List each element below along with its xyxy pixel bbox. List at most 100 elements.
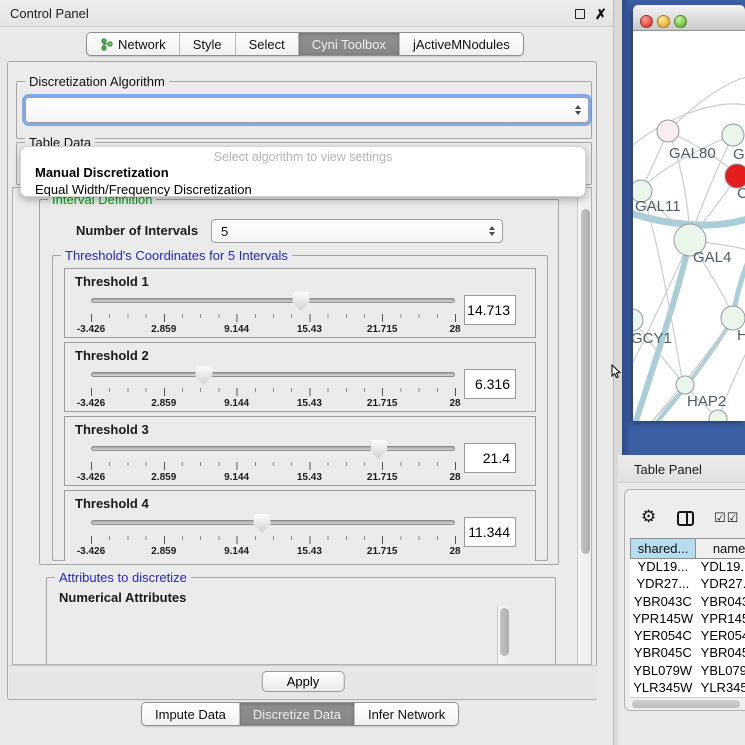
table-cell[interactable]: YBR045C [630,645,696,662]
threshold-2-panel: Threshold 2 -3.4262.8599.14415.4321.7152… [64,342,536,412]
table-cell[interactable]: YLR345W [630,680,696,697]
column-header-name[interactable]: name [696,538,745,559]
network-window-titlebar[interactable] [633,5,745,31]
popup-option-manual-discretization[interactable]: Manual Discretization [21,164,585,181]
tab-impute-data[interactable]: Impute Data [142,703,240,725]
table-cell[interactable]: YDL19... [696,559,745,576]
gear-icon[interactable]: ⚙ [641,507,656,527]
tick-label: 15.43 [297,472,322,483]
tab-discretize-data-label: Discretize Data [253,707,341,722]
popup-header: Select algorithm to view settings [21,147,585,164]
network-node-top-right[interactable] [722,124,744,146]
settings-scroll-viewport: Interval Definition Number of Intervals … [12,187,592,665]
slider-tick-labels: -3.4262.8599.14415.4321.71528 [91,546,455,558]
table-cell[interactable]: YLR345W [696,680,745,697]
network-node-gal80[interactable] [657,120,679,142]
slider-track[interactable] [91,372,455,377]
close-icon[interactable]: ✗ [595,6,607,23]
table-cell[interactable]: YBL079W [630,663,696,680]
table-panel-area: ⚙ ☑☑ shared... name YDL19...YDL19...YDR2… [618,483,745,745]
tick-label: 28 [449,324,460,335]
slider-track[interactable] [91,520,455,525]
interval-definition-group: Interval Definition Number of Intervals … [39,199,559,565]
threshold-4-slider[interactable]: -3.4262.8599.14415.4321.71528 [91,515,455,559]
table-row[interactable]: YDL19...YDL19... [630,559,745,576]
apply-toolbar: Apply [9,665,597,698]
network-node-hap2[interactable] [676,376,694,394]
threshold-1-value-field[interactable]: 14.713 [464,295,516,325]
control-panel-window: Control Panel ✗ Network Style Select Cyn… [0,0,614,745]
slider-track[interactable] [91,446,455,451]
tab-network[interactable]: Network [87,33,180,55]
table-row[interactable]: YLR345WYLR345W [630,680,745,697]
network-node-gcy1[interactable] [633,309,643,331]
slider-thumb[interactable] [370,440,387,459]
threshold-3-value-field[interactable]: 21.4 [464,443,516,473]
settings-scrollbar-thumb[interactable] [581,209,590,554]
table-row[interactable]: YDR27...YDR27... [630,576,745,593]
select-columns-checkboxes-icon[interactable]: ☑☑ [714,511,739,526]
table-row[interactable]: YER054CYER054C [630,628,745,645]
threshold-1-slider[interactable]: -3.4262.8599.14415.4321.71528 [91,293,455,337]
number-of-intervals-combobox[interactable]: 5 [211,219,503,243]
table-cell[interactable]: YBL079W [696,663,745,680]
table-row[interactable]: YPR145WYPR145W [630,611,745,628]
columns-icon[interactable] [677,511,694,526]
table-cell[interactable]: YPR145W [630,611,696,628]
tick-label: 2.859 [151,546,176,557]
discretization-algorithm-group-label: Discretization Algorithm [25,74,169,89]
column-header-shared-name[interactable]: shared... [630,538,696,559]
network-desktop-area: GAL80GACGAL11GAL4GCY1HHAP2 [622,0,745,455]
table-cell[interactable]: YER054C [630,628,696,645]
attributes-list-scrollbar[interactable] [497,606,509,665]
table-cell[interactable]: YDR27... [630,576,696,593]
threshold-coordinates-group-label: Threshold's Coordinates for 5 Intervals [61,248,292,263]
slider-thumb[interactable] [293,292,310,311]
slider-thumb[interactable] [254,514,271,533]
close-traffic-light-icon[interactable] [640,15,653,28]
network-canvas[interactable]: GAL80GACGAL11GAL4GCY1HHAP2 [633,31,745,421]
tab-discretize-data[interactable]: Discretize Data [240,703,355,725]
tick-label: 28 [449,546,460,557]
threshold-4-value-field[interactable]: 11.344 [464,517,516,547]
table-cell[interactable]: YER054C [696,628,745,645]
tick-label: 21.715 [367,398,398,409]
tick-label: 9.144 [224,546,249,557]
network-view-window: GAL80GACGAL11GAL4GCY1HHAP2 [633,5,745,421]
table-cell[interactable]: YBR045C [696,645,745,662]
table-horizontal-scrollbar[interactable] [630,697,745,708]
table-cell[interactable]: YDL19... [630,559,696,576]
threshold-3-slider[interactable]: -3.4262.8599.14415.4321.71528 [91,441,455,485]
table-cell[interactable]: YBR043C [696,594,745,611]
table-row[interactable]: YBR045CYBR045C [630,645,745,662]
tab-style[interactable]: Style [180,33,236,55]
float-window-icon[interactable] [575,9,585,19]
network-edge[interactable] [642,135,733,189]
table-cell[interactable]: YBR043C [630,594,696,611]
table-hscrollbar-thumb[interactable] [632,700,740,708]
number-of-intervals-value: 5 [221,224,228,239]
threshold-2-value-field[interactable]: 6.316 [464,369,516,399]
tab-infer-network[interactable]: Infer Network [355,703,458,725]
table-row[interactable]: YBL079WYBL079W [630,663,745,680]
mouse-cursor-icon [611,364,622,380]
slider-thumb[interactable] [195,366,212,385]
tab-style-label: Style [193,37,222,52]
table-row[interactable]: YBR043CYBR043C [630,594,745,611]
table-cell[interactable]: YDR27... [696,576,745,593]
attributes-scrollbar-thumb[interactable] [500,608,509,656]
apply-button[interactable]: Apply [262,671,345,692]
zoom-traffic-light-icon[interactable] [674,15,687,28]
tab-select[interactable]: Select [236,33,299,55]
table-cell[interactable]: YPR145W [696,611,745,628]
threshold-2-slider[interactable]: -3.4262.8599.14415.4321.71528 [91,367,455,411]
network-edge[interactable] [633,240,690,371]
tab-jactivemnodules[interactable]: jActiveMNodules [400,33,523,55]
network-edge[interactable] [633,419,718,421]
settings-scrollbar[interactable] [577,188,591,664]
slider-track[interactable] [91,298,455,303]
tab-cyni-toolbox[interactable]: Cyni Toolbox [299,33,400,55]
minimize-traffic-light-icon[interactable] [657,15,670,28]
popup-option-equal-width-frequency[interactable]: Equal Width/Frequency Discretization [21,181,585,197]
algorithm-combobox[interactable] [25,97,589,123]
